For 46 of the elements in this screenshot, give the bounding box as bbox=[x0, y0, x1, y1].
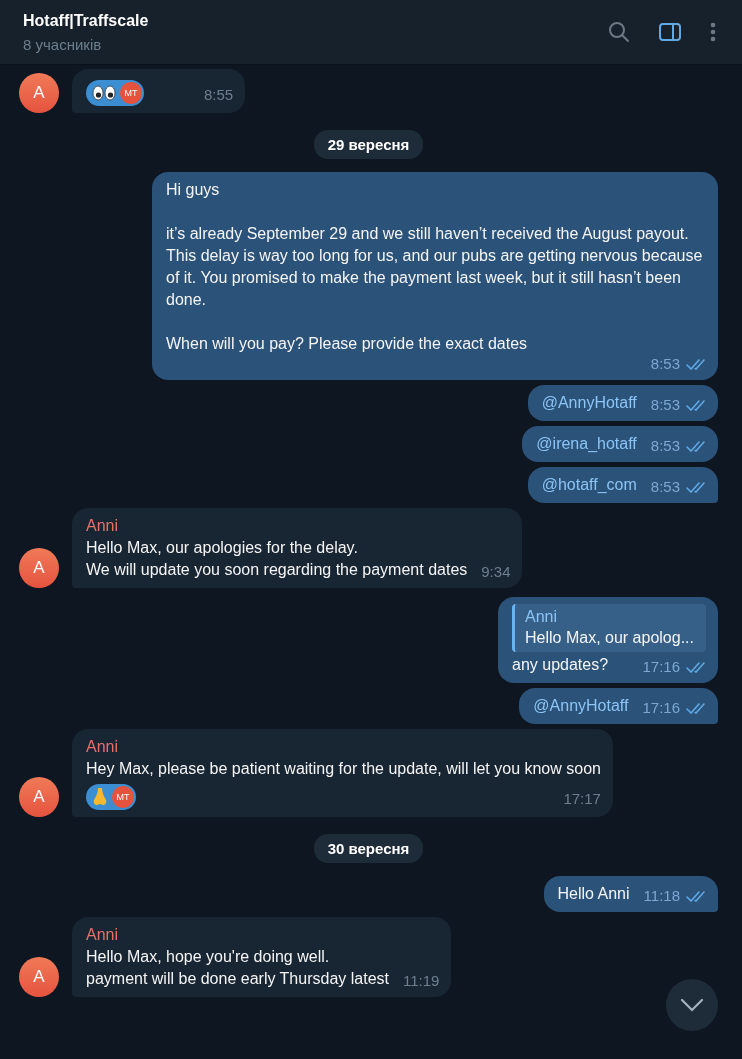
message-time: 11:18 bbox=[643, 887, 680, 905]
quote-text: Hello Max, our apolog... bbox=[525, 628, 694, 648]
message-time: 9:34 bbox=[481, 563, 511, 581]
user-avatar[interactable]: A bbox=[19, 777, 59, 817]
reply-quote[interactable]: Anni Hello Max, our apolog... bbox=[512, 604, 706, 652]
user-avatar[interactable]: A bbox=[19, 73, 59, 113]
message-time: 8:55 bbox=[204, 85, 234, 105]
message-time: 17:16 bbox=[642, 699, 680, 717]
reaction-chip[interactable]: MT bbox=[86, 784, 136, 810]
reactor-avatar: MT bbox=[120, 82, 142, 104]
message-time: 8:53 bbox=[650, 396, 680, 414]
message-time: 8:53 bbox=[650, 355, 680, 373]
sidebar-toggle-icon[interactable] bbox=[658, 22, 682, 42]
message-time: 11:19 bbox=[403, 972, 440, 990]
nose-icon bbox=[92, 787, 108, 807]
message-time: 17:16 bbox=[642, 658, 680, 676]
user-avatar[interactable]: A bbox=[19, 957, 59, 997]
message-text: Hello Max, our apologies for the delay. We will update you soon regarding the payment dates bbox=[86, 538, 468, 580]
date-separator: 29 вересня bbox=[313, 130, 424, 159]
chat-title[interactable]: Hotaff|Traffscale bbox=[23, 11, 149, 30]
sender-name[interactable]: Anni bbox=[86, 515, 511, 537]
mention-link[interactable]: @AnnyHotaff bbox=[533, 695, 629, 717]
message-text: Hello Max, hope you're doing well. payment will be done early Thursday latest bbox=[86, 947, 389, 989]
user-avatar[interactable]: A bbox=[19, 548, 59, 588]
message-text: any updates? bbox=[512, 655, 609, 675]
mention-link[interactable]: @hotaff_com bbox=[541, 474, 637, 496]
message-time: 8:53 bbox=[650, 437, 680, 455]
sender-name[interactable]: Anni bbox=[86, 736, 601, 758]
quote-sender: Anni bbox=[525, 607, 559, 627]
scroll-down-button[interactable] bbox=[666, 979, 718, 1031]
reactor-avatar: MT bbox=[112, 786, 134, 808]
date-separator: 30 вересня bbox=[313, 834, 424, 863]
sender-name[interactable]: Anni bbox=[86, 924, 440, 946]
message-text: Hi guys it’s already September 29 and we still haven’t received the August payout. This delay is way too long for us, and our pubs are getting nervous because of it. You promised to make the payment last week, but it still hasn’t been done. When will you pay? Please provide the exact dates bbox=[166, 180, 704, 354]
mention-link[interactable]: @AnnyHotaff bbox=[541, 392, 637, 414]
message-text: Hey Max, please be patient waiting for the update, will let you know soon bbox=[86, 759, 601, 779]
mention-link[interactable]: @irena_hotaff bbox=[536, 433, 637, 455]
member-count: 8 учасників bbox=[23, 35, 103, 53]
eyes-icon bbox=[92, 85, 116, 101]
reaction-chip[interactable]: MT bbox=[86, 80, 144, 106]
search-icon[interactable] bbox=[608, 21, 630, 43]
more-icon[interactable] bbox=[710, 22, 716, 42]
message-text: Hello Anni bbox=[557, 884, 630, 904]
message-time: 17:17 bbox=[563, 789, 601, 809]
chevron-down-icon bbox=[680, 998, 704, 1012]
message-time: 8:53 bbox=[650, 478, 680, 496]
